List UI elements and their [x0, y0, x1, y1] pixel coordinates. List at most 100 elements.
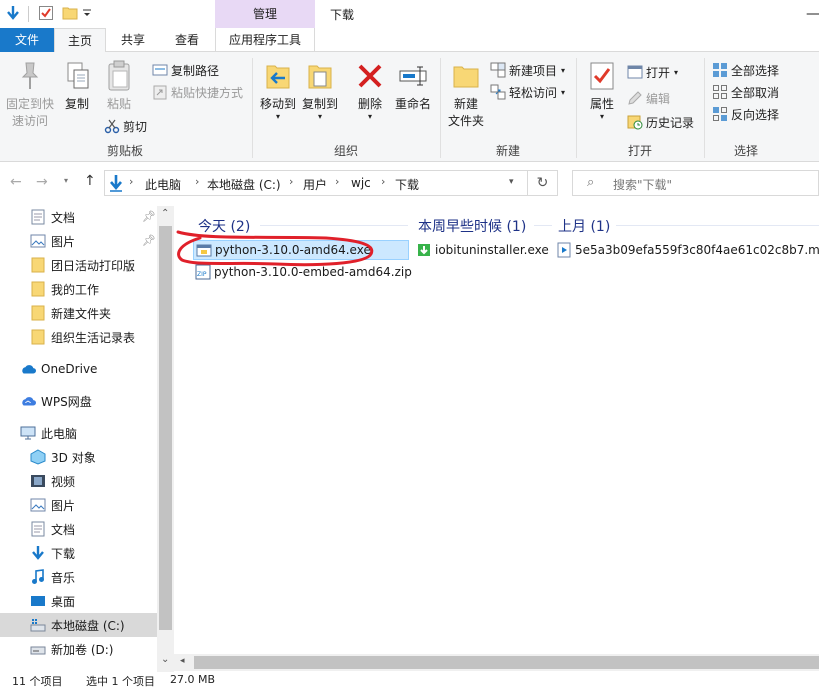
scroll-down-icon[interactable]: ⌄ [161, 654, 169, 665]
delete-button[interactable]: 删除 ▾ [352, 58, 388, 121]
computer-icon [20, 425, 36, 441]
history-button[interactable]: 历史记录 [627, 112, 694, 132]
picture-icon [30, 233, 46, 249]
paste-label: 粘贴 [106, 97, 131, 111]
tab-application-tools[interactable]: 应用程序工具 [215, 28, 315, 52]
sidebar-item-onedrive[interactable]: OneDrive [20, 358, 97, 380]
sidebar-item-wps-drive[interactable]: WPS网盘 [20, 390, 92, 412]
sidebar-item-pictures[interactable]: 图片 [30, 230, 75, 252]
divider [28, 6, 29, 22]
copy-path-button[interactable]: 复制路径 [152, 60, 219, 80]
sidebar-item-folder[interactable]: 组织生活记录表 [30, 326, 135, 348]
scroll-up-icon[interactable]: ⌃ [161, 208, 169, 219]
new-folder-icon[interactable] [62, 4, 78, 22]
select-none-button[interactable]: 全部取消 [712, 82, 779, 102]
sidebar-item-folder[interactable]: 新建文件夹 [30, 302, 111, 324]
copy-path-label: 复制路径 [171, 63, 220, 78]
refresh-button[interactable]: ↻ [528, 170, 558, 196]
download-icon [30, 545, 46, 561]
pin-icon: 📌︎ [142, 234, 156, 247]
chevron-right-icon: › [289, 175, 294, 188]
edit-button[interactable]: 编辑 [627, 88, 670, 108]
sidebar-item-desktop[interactable]: 桌面 [30, 590, 75, 612]
address-dropdown-icon[interactable]: ▾ [509, 177, 514, 187]
sidebar-item-label: 视频 [51, 474, 76, 489]
sidebar-item-local-disk-c[interactable]: 本地磁盘 (C:) [0, 613, 157, 637]
breadcrumb-wjc[interactable]: wjc [351, 176, 371, 190]
new-folder-button[interactable]: 新建 文件夹 [446, 58, 486, 130]
sidebar-item-documents[interactable]: 文档 [30, 518, 75, 540]
status-size: 27.0 MB [170, 673, 216, 686]
scroll-left-icon[interactable]: ◂ [180, 656, 185, 666]
sidebar-item-this-pc[interactable]: 此电脑 [20, 422, 77, 444]
properties-button[interactable]: 属性 ▾ [582, 58, 622, 121]
pin-to-quick-access-button[interactable]: 固定到快 速访问 [2, 58, 58, 130]
breadcrumb-this-pc[interactable]: 此电脑 [145, 176, 181, 193]
sidebar-item-pictures[interactable]: 图片 [30, 494, 75, 516]
file-mp4-video[interactable]: 5e5a3b09efa559f3c80f4ae61c02c8b7.mp4 [556, 240, 819, 260]
new-item-button[interactable]: 新建项目 ▾ [490, 60, 565, 80]
sidebar-item-downloads[interactable]: 下载 [30, 542, 75, 564]
address-bar[interactable]: › 此电脑 › 本地磁盘 (C:) › 用户 › wjc › 下载 ▾ [104, 170, 528, 196]
forward-arrow-icon[interactable]: → [36, 174, 48, 190]
paste-button[interactable]: 粘贴 [100, 58, 138, 113]
sidebar-scroll-thumb[interactable] [159, 226, 172, 630]
group-header-earlier-this-week[interactable]: 本周早些时候 (1) [418, 216, 526, 236]
paste-shortcut-icon [152, 84, 168, 100]
select-all-icon [712, 62, 728, 78]
new-item-icon [490, 62, 506, 78]
copy-button[interactable]: 复制 [60, 58, 94, 113]
folder-icon [30, 257, 46, 273]
rename-button[interactable]: 重命名 [392, 58, 434, 113]
invert-selection-button[interactable]: 反向选择 [712, 104, 779, 124]
copy-label: 复制 [64, 97, 89, 111]
search-box[interactable]: ⌕ 搜索"下载" [572, 170, 819, 196]
move-to-icon [260, 58, 296, 94]
sidebar-item-music[interactable]: 音乐 [30, 566, 75, 588]
copy-to-button[interactable]: 复制到 ▾ [300, 58, 340, 121]
folder-icon [30, 281, 46, 297]
dropdown-arrow-icon: ▾ [674, 67, 679, 77]
sidebar-item-videos[interactable]: 视频 [30, 470, 75, 492]
ribbon-tabs: 文件 主页 共享 查看 应用程序工具 [0, 28, 819, 53]
sidebar-item-label: 图片 [51, 498, 76, 513]
content-scroll-thumb[interactable] [194, 656, 819, 669]
open-button[interactable]: 打开 ▾ [627, 62, 678, 82]
sidebar-item-documents[interactable]: 文档 [30, 206, 75, 228]
edit-label: 编辑 [646, 91, 671, 106]
sidebar-item-new-volume-d[interactable]: 新加卷 (D:) [30, 638, 113, 660]
minimize-icon[interactable]: — [806, 6, 819, 22]
tab-file[interactable]: 文件 [0, 28, 54, 52]
sidebar-item-folder[interactable]: 团日活动打印版 [30, 254, 135, 276]
breadcrumb-local-disk[interactable]: 本地磁盘 (C:) [207, 176, 281, 193]
select-all-button[interactable]: 全部选择 [712, 60, 779, 80]
cut-button[interactable]: 剪切 [104, 116, 147, 136]
recent-locations-icon[interactable]: ▾ [64, 176, 68, 185]
onedrive-cloud-icon [20, 361, 36, 377]
drive-icon [30, 617, 46, 633]
customize-toolbar-icon[interactable] [82, 4, 92, 22]
sidebar-item-3d-objects[interactable]: 3D 对象 [30, 446, 96, 468]
file-iobit-uninstaller[interactable]: iobituninstaller.exe [416, 240, 549, 260]
pin-label-line2: 速访问 [11, 114, 48, 128]
sidebar-item-label: 音乐 [51, 570, 76, 585]
breadcrumb-downloads[interactable]: 下载 [395, 176, 419, 193]
pin-label-line1: 固定到快 [5, 97, 54, 111]
move-to-button[interactable]: 移动到 ▾ [258, 58, 298, 121]
up-arrow-icon[interactable]: ↑ [84, 173, 96, 189]
copy-path-icon [152, 62, 168, 78]
tab-home[interactable]: 主页 [54, 28, 106, 53]
tab-view[interactable]: 查看 [160, 28, 214, 52]
tab-share[interactable]: 共享 [106, 28, 160, 52]
properties-icon[interactable] [38, 4, 54, 22]
back-arrow-icon[interactable]: ← [10, 174, 22, 190]
breadcrumb-users[interactable]: 用户 [303, 176, 327, 193]
easy-access-button[interactable]: 轻松访问 ▾ [490, 82, 565, 102]
sidebar-item-folder[interactable]: 我的工作 [30, 278, 99, 300]
file-name: iobituninstaller.exe [435, 243, 549, 257]
down-arrow-icon[interactable] [6, 4, 20, 22]
copy-icon [60, 58, 96, 94]
paste-shortcut-button[interactable]: 粘贴快捷方式 [152, 82, 243, 102]
paste-icon [101, 58, 137, 94]
group-header-last-month[interactable]: 上月 (1) [558, 216, 610, 236]
